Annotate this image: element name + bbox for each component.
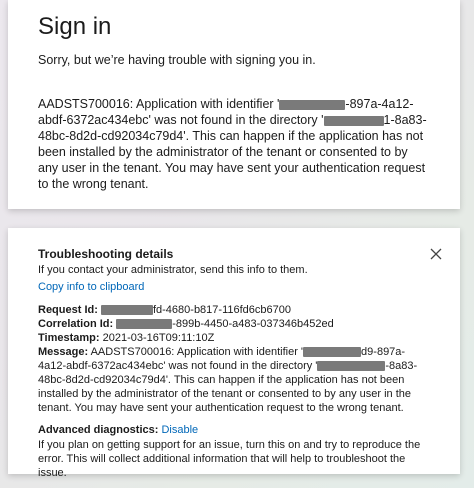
troubleshooting-details: Request Id: fd-4680-b817-116fd6cb6700 Co… [38, 303, 430, 415]
signin-card: Sign in Sorry, but we’re having trouble … [8, 0, 460, 209]
troubleshooting-card: Troubleshooting details If you contact y… [8, 228, 460, 479]
message-label: Message: [38, 346, 89, 358]
error-message-prefix: AADSTS700016: Application with identifie… [38, 97, 280, 111]
close-icon [430, 248, 442, 260]
troubleshooting-title: Troubleshooting details [38, 247, 174, 261]
diagnostics-toggle-link[interactable]: Disable [161, 423, 198, 437]
redacted-message-directory-id [317, 361, 386, 372]
advanced-diagnostics: Advanced diagnostics: Disable [38, 423, 430, 437]
timestamp-row: Timestamp: 2021-03-16T09:11:10Z [38, 331, 430, 345]
timestamp-value: 2021-03-16T09:11:10Z [102, 332, 215, 344]
redacted-correlation-id [116, 319, 173, 330]
error-message: AADSTS700016: Application with identifie… [38, 96, 430, 192]
request-id-label: Request Id: [38, 304, 98, 316]
message-row: Message: AADSTS700016: Application with … [38, 345, 430, 415]
close-button[interactable] [428, 246, 444, 262]
diagnostics-label: Advanced diagnostics: [38, 424, 159, 436]
redacted-directory-id [323, 115, 384, 126]
correlation-id-label: Correlation Id: [38, 318, 114, 330]
redacted-app-id [279, 99, 346, 110]
correlation-id-value: -899b-4450-a483-037346b452ed [172, 318, 334, 330]
timestamp-label: Timestamp: [38, 332, 100, 344]
request-id-row: Request Id: fd-4680-b817-116fd6cb6700 [38, 303, 430, 317]
redacted-request-id [100, 305, 153, 316]
signin-subtitle: Sorry, but we’re having trouble with sig… [38, 53, 316, 67]
troubleshooting-intro: If you contact your administrator, send … [38, 264, 308, 276]
message-prefix: AADSTS700016: Application with identifie… [90, 346, 304, 358]
copy-info-link[interactable]: Copy info to clipboard [38, 280, 144, 294]
request-id-value: fd-4680-b817-116fd6cb6700 [152, 304, 291, 316]
diagnostics-description: If you plan on getting support for an is… [38, 439, 421, 479]
page-title: Sign in [38, 13, 112, 40]
correlation-id-row: Correlation Id: -899b-4450-a483-037346b4… [38, 317, 430, 331]
redacted-message-app-id [303, 347, 362, 358]
